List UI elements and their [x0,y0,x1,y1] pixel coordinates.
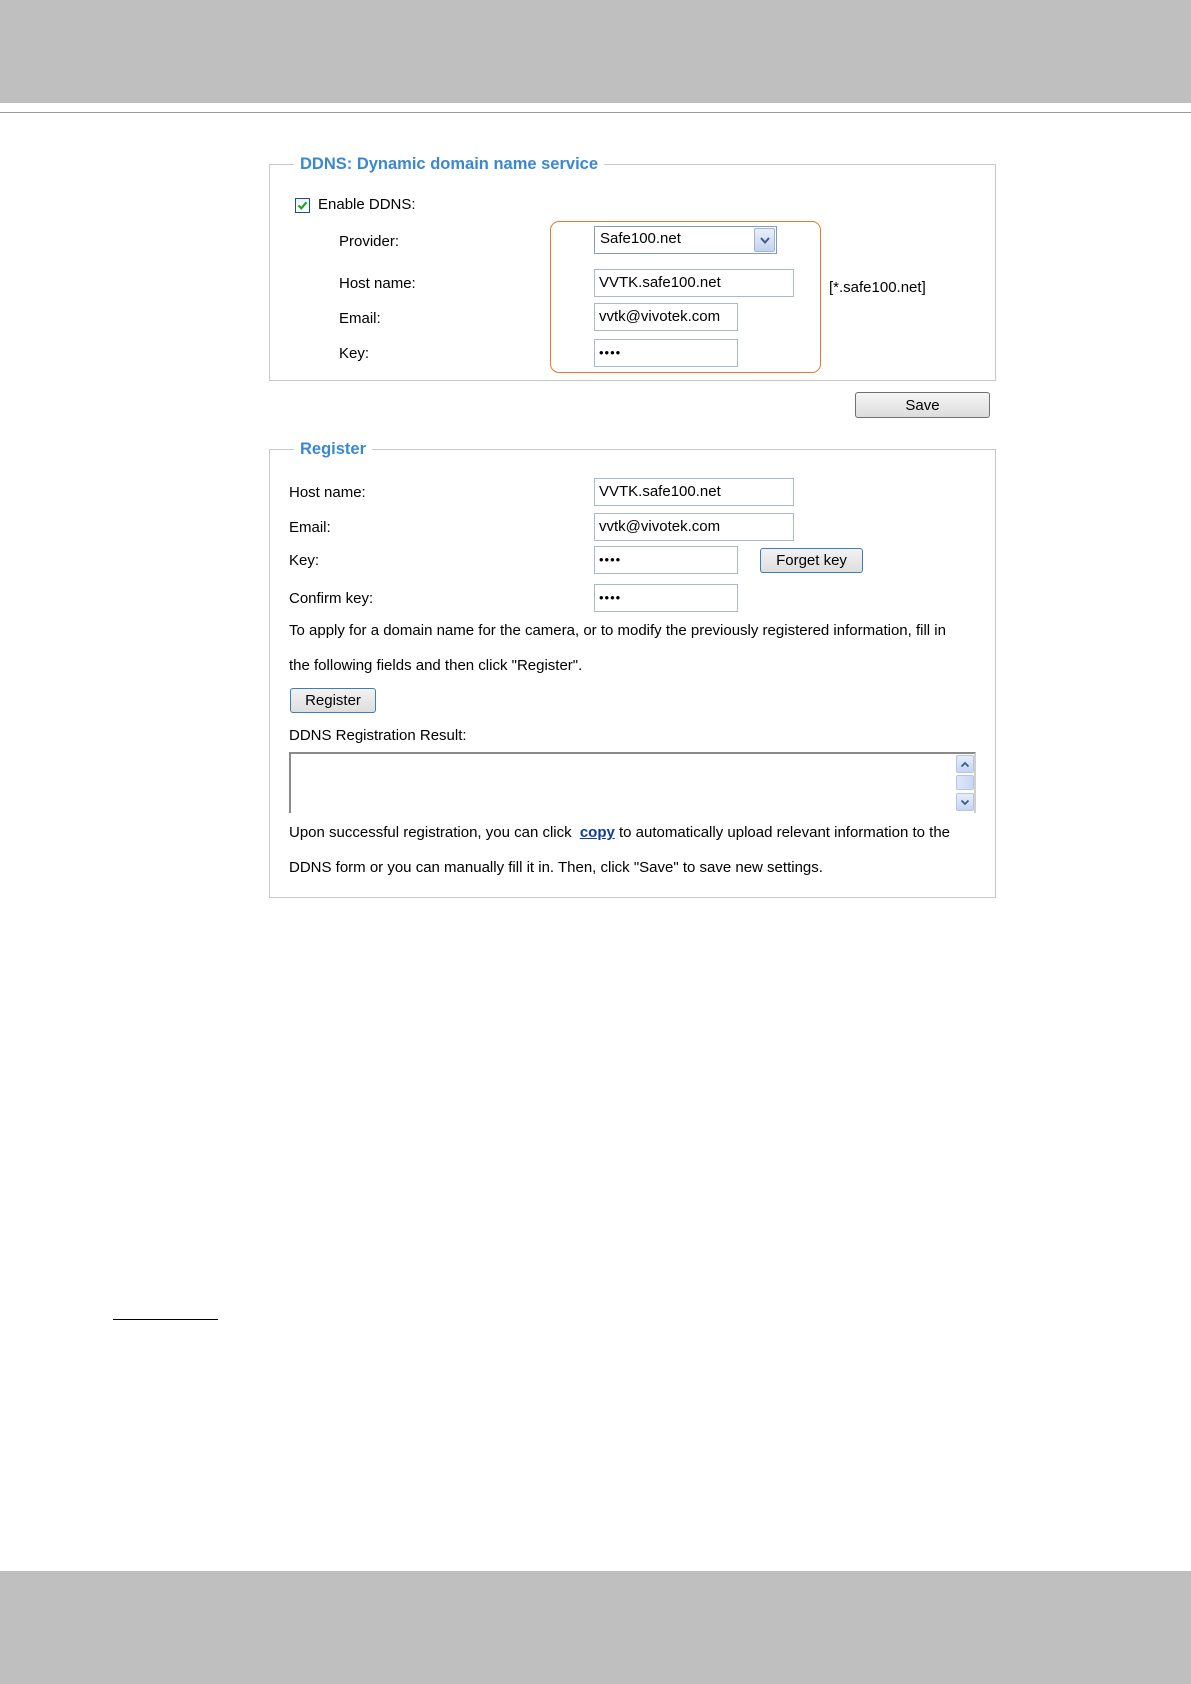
ddns-legend: DDNS: Dynamic domain name service [300,155,599,173]
register-instruction-line2: the following fields and then click "Reg… [289,657,583,674]
register-key-field[interactable]: •••• [594,546,738,574]
upon-success-line1: Upon successful registration, you can cl… [289,824,950,841]
registration-result-textarea[interactable] [289,752,976,813]
page-footer-band [0,1571,1191,1684]
upon-prefix-text: Upon successful registration, you can cl… [289,824,572,841]
result-scrollbar[interactable] [956,755,974,811]
key-label: Key: [339,345,370,362]
upon-suffix-text: to automatically upload relevant informa… [619,824,951,841]
confirm-key-field[interactable]: •••• [594,584,738,612]
scroll-down-icon[interactable] [956,793,974,811]
provider-label: Provider: [339,233,400,250]
register-key-label: Key: [289,552,320,569]
hostname-suffix: [*.safe100.net] [829,279,926,296]
copy-link[interactable]: copy [580,824,615,841]
confirm-key-label: Confirm key: [289,590,374,607]
email-label: Email: [339,310,381,327]
forget-key-button[interactable]: Forget key [760,548,863,573]
enable-ddns-checkbox[interactable] [295,198,310,213]
register-button[interactable]: Register [290,688,376,713]
enable-ddns-label: Enable DDNS: [318,196,416,213]
register-legend: Register [300,440,367,458]
save-button[interactable]: Save [855,392,990,418]
upon-success-line2: DDNS form or you can manually fill it in… [289,859,823,876]
register-hostname-label: Host name: [289,484,366,501]
register-email-field[interactable]: vvtk@vivotek.com [594,513,794,541]
register-email-label: Email: [289,519,331,536]
register-hostname-field[interactable]: VVTK.safe100.net [594,478,794,506]
result-label: DDNS Registration Result: [289,727,467,744]
checkmark-icon [297,201,308,210]
footnote-divider [113,1319,218,1320]
scroll-up-icon[interactable] [956,755,974,773]
header-divider [0,112,1191,113]
highlight-frame [550,221,821,373]
page-header-band [0,0,1191,103]
scroll-thumb[interactable] [956,775,974,790]
hostname-label: Host name: [339,275,416,292]
register-instruction-line1: To apply for a domain name for the camer… [289,622,946,639]
